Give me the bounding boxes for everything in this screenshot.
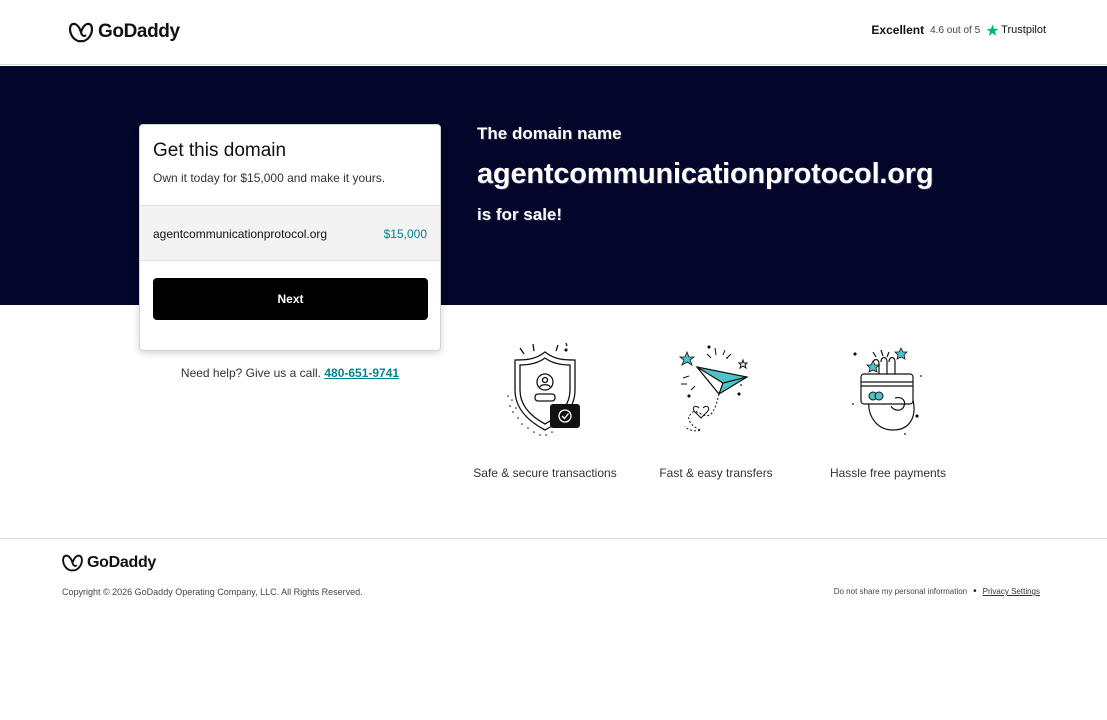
footer-links: Do not share my personal information • P… — [834, 586, 1040, 597]
feature-label: Hassle free payments — [829, 466, 947, 480]
footer-separator: • — [973, 586, 977, 597]
feature-label: Safe & secure transactions — [473, 466, 617, 480]
help-text: Need help? Give us a call. — [180, 366, 321, 380]
godaddy-logo-icon — [62, 554, 83, 572]
paper-plane-icon — [678, 345, 749, 432]
privacy-settings-link[interactable]: Privacy Settings — [983, 587, 1040, 596]
godaddy-logo-icon — [69, 22, 93, 42]
domain-price-row: agentcommunicationprotocol.org $15,000 — [140, 205, 440, 261]
hero-intro: The domain name — [477, 124, 622, 143]
trustpilot-rating[interactable]: Excellent 4.6 out of 5 Trustpilot — [871, 23, 1046, 37]
payment-card-icon — [852, 347, 922, 435]
row-price: $15,000 — [383, 227, 427, 241]
brand-name: GoDaddy — [98, 21, 180, 42]
hero-for-sale: is for sale! — [477, 205, 563, 224]
godaddy-logo[interactable]: GoDaddy — [69, 21, 180, 43]
card-title: Get this domain — [153, 140, 287, 161]
footer-logo[interactable]: GoDaddy — [62, 554, 156, 572]
site-header: GoDaddy Excellent 4.6 out of 5 Trustpilo… — [0, 0, 1107, 65]
row-domain-name: agentcommunicationprotocol.org — [153, 227, 328, 241]
shield-icon — [507, 342, 580, 436]
feature-secure: Safe & secure transactions — [460, 340, 630, 480]
hero-domain-name: agentcommunicationprotocol.org — [477, 158, 934, 190]
feature-label: Fast & easy transfers — [659, 466, 773, 480]
copyright-text: Copyright © 2026 GoDaddy Operating Compa… — [62, 587, 363, 597]
rating-label: Excellent — [871, 23, 925, 37]
card-subtitle: Own it today for $15,000 and make it you… — [153, 171, 386, 185]
hero-text: The domain name agentcommunicationprotoc… — [477, 124, 934, 225]
help-line: Need help? Give us a call. 480-651-9741 — [139, 366, 441, 380]
purchase-card: Get this domain Own it today for $15,000… — [139, 124, 441, 351]
trustpilot-star-icon — [986, 24, 999, 36]
trustpilot-brand: Trustpilot — [986, 24, 1046, 37]
rating-score: 4.6 out of 5 — [930, 24, 981, 36]
trustpilot-label: Trustpilot — [1001, 24, 1046, 36]
phone-link[interactable]: 480-651-9741 — [324, 366, 399, 380]
feature-payments: Hassle free payments — [803, 340, 973, 480]
site-footer: GoDaddy Copyright © 2026 GoDaddy Operati… — [0, 538, 1107, 720]
feature-transfers: Fast & easy transfers — [631, 340, 801, 480]
do-not-share-link[interactable]: Do not share my personal information — [834, 587, 967, 596]
next-button[interactable]: Next — [153, 278, 428, 320]
footer-brand-name: GoDaddy — [87, 554, 157, 571]
